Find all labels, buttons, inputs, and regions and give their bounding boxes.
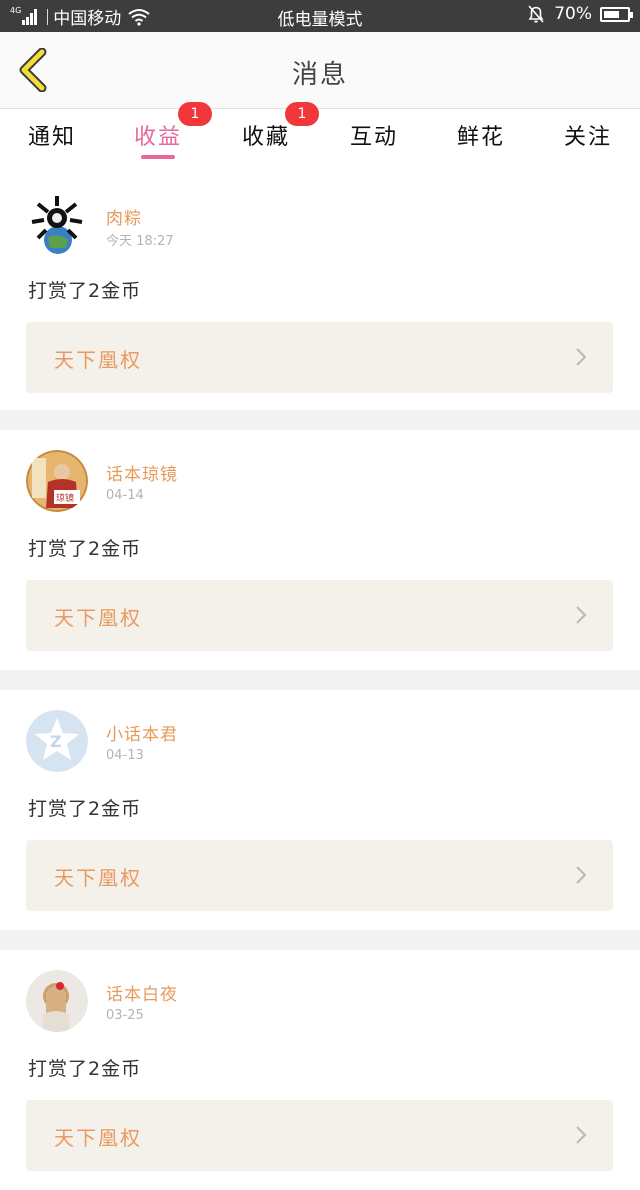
active-tab-indicator — [141, 155, 175, 159]
avatar[interactable] — [26, 192, 88, 254]
tab-flowers[interactable]: 鲜花 — [457, 119, 505, 151]
chevron-right-icon — [576, 866, 587, 884]
avatar-image: Z — [26, 710, 88, 772]
avatar-image: 琼镜 — [26, 450, 88, 512]
message-text: 打赏了2金币 — [28, 538, 142, 560]
book-title: 天下凰权 — [54, 348, 142, 372]
timestamp: 04-13 — [106, 748, 144, 763]
tab-earnings[interactable]: 收益 — [134, 119, 182, 151]
svg-text:琼镜: 琼镜 — [56, 492, 74, 504]
sender-name[interactable]: 话本白夜 — [106, 980, 178, 1005]
tab-bar: 通知 收益 收藏 互动 鲜花 关注 — [0, 109, 640, 165]
avatar[interactable] — [26, 970, 88, 1032]
list-item: 琼镜 话本琼镜 04-14 打赏了2金币 天下凰权 — [0, 430, 640, 670]
message-text: 打赏了2金币 — [28, 280, 142, 302]
divider — [0, 930, 640, 950]
battery-icon — [600, 6, 633, 22]
battery-percent: 70% — [554, 4, 592, 24]
sender-name[interactable]: 小话本君 — [106, 720, 178, 745]
book-link[interactable]: 天下凰权 — [26, 322, 613, 393]
timestamp: 今天 18:27 — [106, 234, 174, 249]
book-link[interactable]: 天下凰权 — [26, 580, 613, 651]
status-right: 70% — [526, 4, 633, 24]
divider — [0, 670, 640, 690]
avatar-image — [26, 970, 88, 1032]
favorites-badge: 1 — [285, 102, 319, 126]
tab-notice[interactable]: 通知 — [28, 119, 76, 151]
earnings-badge: 1 — [178, 102, 212, 126]
page-title: 消息 — [291, 60, 348, 90]
avatar[interactable]: Z — [26, 710, 88, 772]
nav-header: 消息 — [0, 32, 640, 109]
book-link[interactable]: 天下凰权 — [26, 1100, 613, 1171]
sender-name[interactable]: 肉粽 — [106, 204, 142, 229]
list-item: Z 小话本君 04-13 打赏了2金币 天下凰权 — [0, 690, 640, 930]
tab-interaction[interactable]: 互动 — [350, 119, 398, 151]
book-title: 天下凰权 — [54, 866, 142, 890]
message-text: 打赏了2金币 — [28, 798, 142, 820]
book-title: 天下凰权 — [54, 606, 142, 630]
book-link[interactable]: 天下凰权 — [26, 840, 613, 911]
timestamp: 03-25 — [106, 1008, 144, 1023]
tab-favorites[interactable]: 收藏 — [242, 119, 290, 151]
tab-follow[interactable]: 关注 — [564, 119, 612, 151]
status-bar: 4G 中国移动 低电量模式 70% — [0, 0, 640, 32]
chevron-right-icon — [576, 606, 587, 624]
message-text: 打赏了2金币 — [28, 1058, 142, 1080]
timestamp: 04-14 — [106, 488, 144, 503]
avatar-image — [26, 192, 88, 254]
list-item: 话本白夜 03-25 打赏了2金币 天下凰权 — [0, 950, 640, 1190]
chevron-right-icon — [576, 348, 587, 366]
list-item: 肉粽 今天 18:27 打赏了2金币 天下凰权 — [0, 172, 640, 410]
bell-muted-icon — [528, 5, 544, 23]
divider — [0, 410, 640, 430]
chevron-right-icon — [576, 1126, 587, 1144]
sender-name[interactable]: 话本琼镜 — [106, 460, 178, 485]
avatar[interactable]: 琼镜 — [26, 450, 88, 512]
book-title: 天下凰权 — [54, 1126, 142, 1150]
svg-text:Z: Z — [50, 732, 62, 751]
message-feed: 肉粽 今天 18:27 打赏了2金币 天下凰权 琼镜 话本琼镜 04-14 打赏… — [0, 172, 640, 1190]
